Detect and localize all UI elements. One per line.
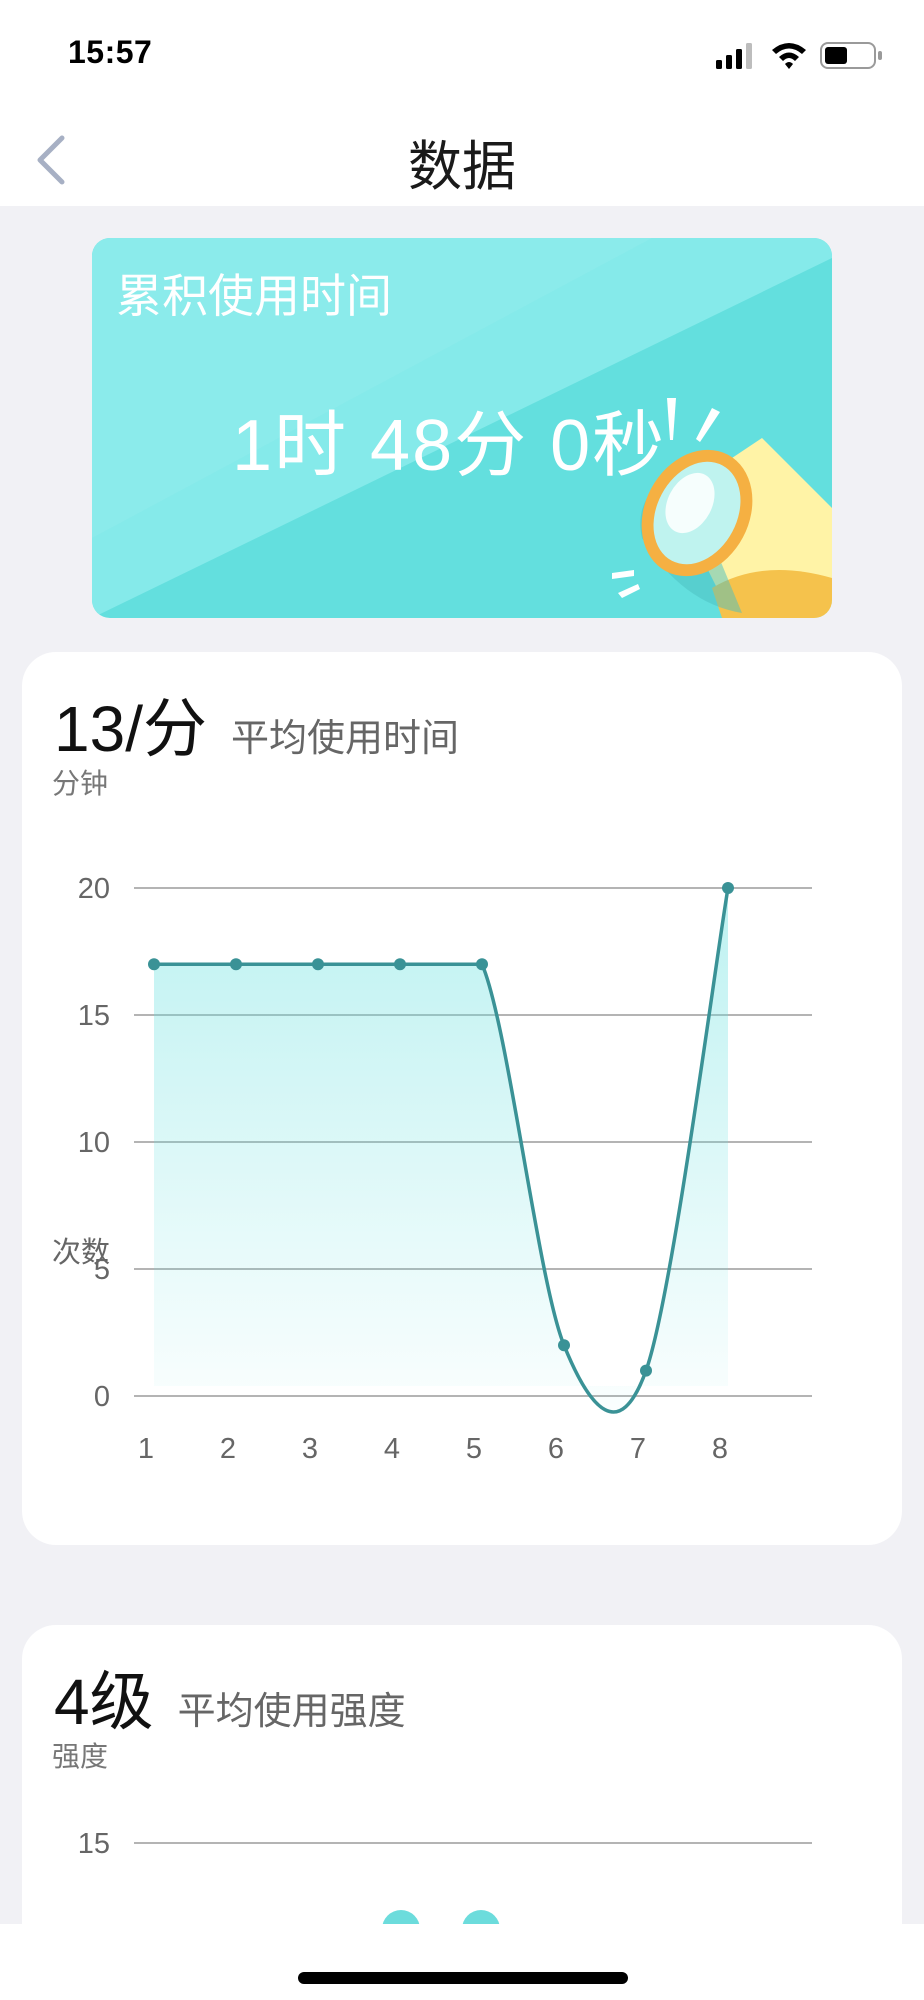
nav-bar: 数据 bbox=[0, 108, 924, 206]
data-point[interactable] bbox=[230, 958, 242, 971]
x-tick-label: 7 bbox=[630, 1433, 646, 1465]
banner-value: 1时 48分 0秒 bbox=[232, 406, 667, 486]
x-tick-label: 4 bbox=[384, 1433, 400, 1465]
status-time: 15:57 bbox=[68, 34, 153, 70]
y-tick-label: 20 bbox=[78, 873, 110, 905]
status-bar: 15:57 bbox=[0, 0, 924, 108]
duration-chart: 20151050 12345678 次数 bbox=[52, 873, 812, 1465]
data-point[interactable] bbox=[394, 958, 406, 971]
x-tick-label: 8 bbox=[712, 1433, 728, 1465]
x-tick-label: 5 bbox=[466, 1433, 482, 1465]
signal-icon bbox=[716, 43, 752, 69]
home-indicator[interactable] bbox=[298, 1972, 628, 1984]
usage-time-banner: 累积使用时间 1时 48分 0秒 bbox=[92, 238, 832, 618]
banner-label: 累积使用时间 bbox=[116, 269, 392, 323]
x-axis-unit: 次数 bbox=[52, 1236, 110, 1269]
x-tick-label: 2 bbox=[220, 1433, 236, 1465]
data-point[interactable] bbox=[476, 958, 488, 971]
status-icons bbox=[716, 40, 886, 70]
data-point[interactable] bbox=[722, 882, 734, 894]
home-indicator-area bbox=[0, 1924, 924, 2000]
data-point[interactable] bbox=[558, 1339, 570, 1352]
data-point[interactable] bbox=[640, 1364, 652, 1377]
average-duration-card: 13/分 平均使用时间 分钟 20 15 10 5 0 12345678 次数 bbox=[22, 652, 902, 1545]
y-tick-label: 0 bbox=[94, 1381, 110, 1413]
data-point[interactable] bbox=[312, 958, 324, 971]
x-tick-label: 6 bbox=[548, 1433, 564, 1465]
x-tick-label: 1 bbox=[138, 1433, 154, 1465]
battery-icon bbox=[820, 42, 882, 69]
data-point[interactable] bbox=[148, 958, 160, 971]
y-tick-label: 15 bbox=[78, 1828, 110, 1860]
wifi-icon bbox=[772, 43, 806, 69]
x-tick-label: 3 bbox=[302, 1433, 318, 1465]
page-title: 数据 bbox=[408, 135, 516, 198]
y-tick-label: 15 bbox=[78, 1000, 110, 1032]
y-tick-label: 10 bbox=[78, 1127, 110, 1159]
megaphone-icon bbox=[612, 398, 832, 618]
